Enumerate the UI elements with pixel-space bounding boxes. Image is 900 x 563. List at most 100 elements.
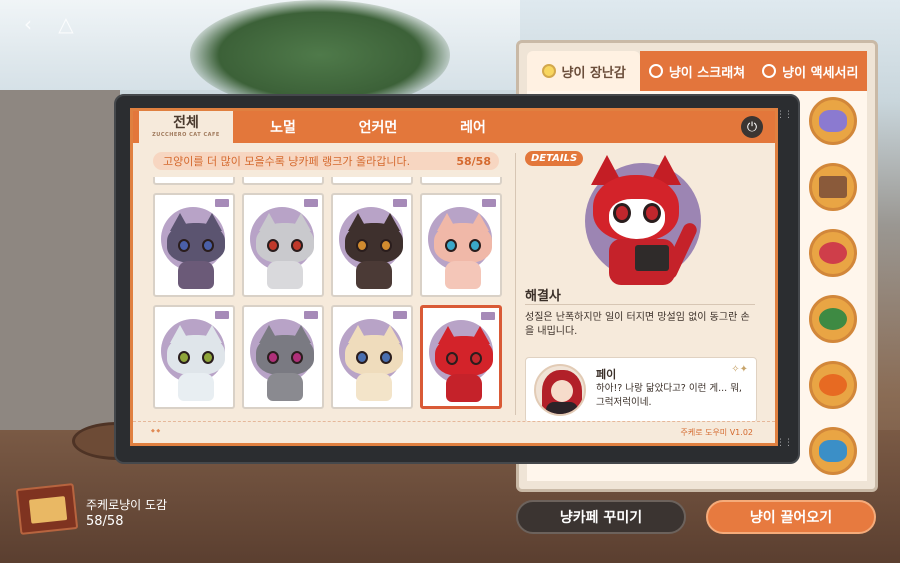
cat-card[interactable] <box>331 305 413 409</box>
cat-eye <box>380 351 392 364</box>
cat-eye <box>202 239 214 252</box>
pumpkin-toy-icon[interactable] <box>809 361 857 409</box>
selected-cat-portrait <box>579 155 729 295</box>
cat-head <box>167 335 225 375</box>
details-tag: DETAILS <box>525 151 584 166</box>
back-chevron-icon[interactable]: ‹ <box>14 10 42 38</box>
cat-body <box>356 261 392 289</box>
tab-normal[interactable]: 노멀 <box>243 111 323 143</box>
tab-cat-toys[interactable]: 냥이 장난감 <box>527 51 641 91</box>
cat-figure <box>167 325 225 405</box>
cat-card[interactable] <box>242 193 324 297</box>
name-divider <box>525 304 755 305</box>
cat-eye <box>356 351 368 364</box>
cat-card[interactable] <box>331 193 413 297</box>
cat-figure <box>345 213 403 293</box>
recruit-cat-button[interactable]: 냥이 끌어오기 <box>706 500 876 534</box>
tab-label: 냥이 액세서리 <box>782 65 859 81</box>
tab-uncommon[interactable]: 언커먼 <box>333 111 423 143</box>
cat-card-partial[interactable] <box>331 177 413 185</box>
quote-speaker: 페이 <box>596 368 617 381</box>
cat-body <box>178 261 214 289</box>
card-rarity-tag <box>215 311 229 319</box>
cat-head <box>435 336 493 376</box>
card-rarity-tag <box>481 312 495 320</box>
cat-name: 해결사 <box>525 289 561 304</box>
cat-body <box>445 261 481 289</box>
tablet-dots-icon: ⋮⋮ <box>776 110 793 120</box>
tab-sub-label: ZUCCHERO CAT CAFE <box>152 132 220 138</box>
cat-body <box>267 373 303 401</box>
tab-cat-scratcher[interactable]: 냥이 스크래쳐 <box>640 51 754 91</box>
toy-panel-tabs: 냥이 장난감 냥이 스크래쳐 냥이 액세서리 <box>527 51 867 91</box>
tablet-footer: ◆ ◆ 주케로 도우미 V1.02 <box>133 421 775 443</box>
tab-cat-accessory[interactable]: 냥이 액세서리 <box>753 51 867 91</box>
card-rarity-tag <box>304 199 318 207</box>
home-triangle-icon[interactable]: △ <box>52 10 80 38</box>
notice-count: 58/58 <box>456 154 491 168</box>
gift-box-toy-icon[interactable] <box>809 163 857 211</box>
cat-grid <box>153 177 502 417</box>
tab-dot-icon <box>541 64 556 78</box>
cat-eye <box>380 239 392 252</box>
cat-dex-book-icon[interactable] <box>15 483 79 535</box>
cat-card[interactable] <box>153 305 235 409</box>
avatar-body <box>546 402 578 414</box>
cat-card[interactable] <box>420 193 502 297</box>
cat-card[interactable] <box>242 305 324 409</box>
yarn-ball-toy-icon[interactable] <box>809 229 857 277</box>
tab-rare[interactable]: 레어 <box>433 111 513 143</box>
cat-eye <box>267 239 279 252</box>
cat-card[interactable] <box>153 193 235 297</box>
background-wall <box>0 90 120 430</box>
tab-all[interactable]: 전체 ZUCCHERO CAT CAFE <box>139 111 233 143</box>
cat-gear <box>635 245 669 271</box>
tab-dot-icon <box>762 64 777 78</box>
tab-dot-icon <box>648 64 663 78</box>
quote-text: 하아!? 나랑 닮았다고? 이런 게... 뭐, 그럭저럭이네. <box>596 383 742 408</box>
cat-figure <box>435 326 493 406</box>
card-rarity-tag <box>482 199 496 207</box>
cat-figure <box>434 213 492 293</box>
cat-eye <box>356 239 368 252</box>
dex-count: 58/58 <box>86 514 124 529</box>
cat-card-partial[interactable] <box>153 177 235 185</box>
tablet-screen: 전체 ZUCCHERO CAT CAFE 노멀 언커먼 레어 ⏻ 고양이를 더 … <box>130 108 778 446</box>
cat-eye <box>178 239 190 252</box>
rank-notice: 고양이를 더 많이 모을수록 냥카페 랭크가 올라갑니다. 58/58 <box>153 152 499 170</box>
card-rarity-tag <box>393 199 407 207</box>
tab-label: 전체 <box>173 115 199 131</box>
fish-toy-icon[interactable] <box>809 427 857 475</box>
tab-label: 냥이 장난감 <box>561 65 626 81</box>
cat-figure <box>256 213 314 293</box>
cat-body <box>267 261 303 289</box>
cat-card[interactable] <box>420 305 502 409</box>
cat-eye <box>446 352 458 365</box>
cat-body <box>356 373 392 401</box>
cat-eye <box>469 239 481 252</box>
cat-eye <box>445 239 457 252</box>
cat-figure <box>167 213 225 293</box>
card-rarity-tag <box>215 199 229 207</box>
notice-text: 고양이를 더 많이 모을수록 냥카페 랭크가 올라갑니다. <box>163 155 411 168</box>
cat-body <box>446 374 482 402</box>
cat-eye <box>470 352 482 365</box>
power-icon[interactable]: ⏻ <box>741 116 763 138</box>
cat-head <box>256 335 314 375</box>
cat-card-partial[interactable] <box>420 177 502 185</box>
cat-dex-tablet: ⋮⋮ ⋮⋮ 전체 ZUCCHERO CAT CAFE 노멀 언커먼 레어 ⏻ 고… <box>114 94 800 464</box>
footer-logo-icon: ◆ ◆ <box>151 428 161 434</box>
cat-grid-area[interactable] <box>145 177 511 417</box>
watermelon-toy-icon[interactable] <box>809 295 857 343</box>
rarity-tabbar: 전체 ZUCCHERO CAT CAFE 노멀 언커먼 레어 ⏻ <box>133 111 775 143</box>
avatar-face <box>551 380 573 402</box>
cat-eye <box>643 203 661 223</box>
character-avatar <box>534 364 586 416</box>
cat-card-partial[interactable] <box>242 177 324 185</box>
dex-title: 주케로냥이 도감 <box>86 498 168 512</box>
toy-list <box>809 97 857 475</box>
card-rarity-tag <box>304 311 318 319</box>
dolphin-toy-icon[interactable] <box>809 97 857 145</box>
decorate-cafe-button[interactable]: 냥카페 꾸미기 <box>516 500 686 534</box>
book-plate <box>28 496 68 524</box>
